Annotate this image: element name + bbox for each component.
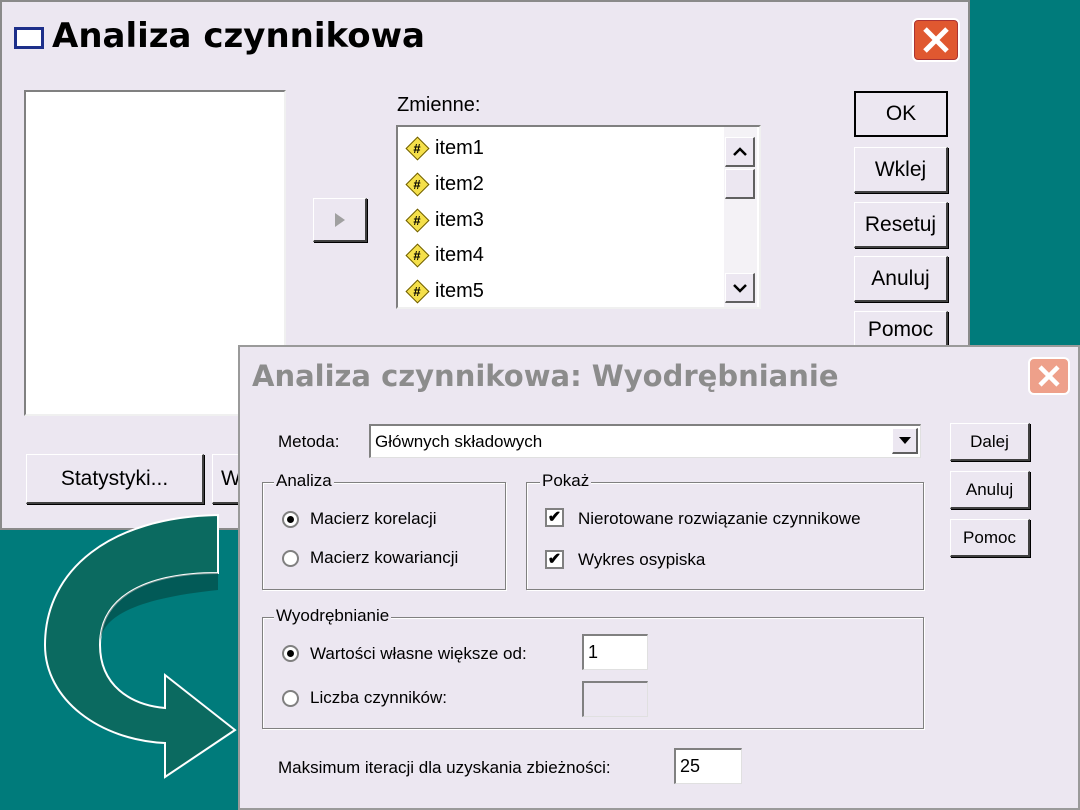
reset-button[interactable]: Resetuj xyxy=(854,202,948,248)
list-item[interactable]: # item2 xyxy=(405,167,484,201)
iterations-input[interactable]: 25 xyxy=(674,748,742,784)
unrotated-solution-label[interactable]: Nierotowane rozwiązanie czynnikowe xyxy=(578,509,861,529)
window-icon xyxy=(14,27,44,49)
sub-title-bar[interactable]: Analiza czynnikowa: Wyodrębnianie xyxy=(240,347,1078,401)
covariance-matrix-radio[interactable] xyxy=(282,550,299,567)
extraction-dialog: Analiza czynnikowa: Wyodrębnianie Metoda… xyxy=(238,345,1080,810)
list-item[interactable]: # item5 xyxy=(405,274,484,307)
chevron-up-icon xyxy=(732,146,747,156)
sub-close-button[interactable] xyxy=(1028,357,1070,395)
close-icon xyxy=(1038,365,1060,387)
analysis-group xyxy=(262,482,506,590)
list-item[interactable]: # item1 xyxy=(405,131,484,165)
variables-list[interactable]: # item1 # item2 # item3 # item4 # item5 xyxy=(396,125,761,309)
numeric-variable-icon: # xyxy=(405,172,430,197)
numeric-variable-icon: # xyxy=(405,208,430,233)
sub-cancel-button[interactable]: Anuluj xyxy=(950,471,1030,509)
dropdown-button[interactable] xyxy=(892,428,918,454)
curved-arrow-icon xyxy=(43,513,237,779)
eigenvalues-input[interactable]: 1 xyxy=(582,634,648,670)
sub-help-button[interactable]: Pomoc xyxy=(950,519,1030,557)
list-item[interactable]: # item4 xyxy=(405,238,484,272)
factor-count-input[interactable] xyxy=(582,681,648,717)
display-group xyxy=(526,482,924,590)
eigenvalues-label[interactable]: Wartości własne większe od: xyxy=(310,644,527,664)
scroll-up-button[interactable] xyxy=(725,137,755,167)
scree-plot-label[interactable]: Wykres osypiska xyxy=(578,550,705,570)
main-dialog-title: Analiza czynnikowa xyxy=(52,16,425,56)
paste-button[interactable]: Wklej xyxy=(854,147,948,193)
covariance-matrix-label[interactable]: Macierz kowariancji xyxy=(310,548,458,568)
correlation-matrix-label[interactable]: Macierz korelacji xyxy=(310,509,437,529)
chevron-down-icon xyxy=(732,283,747,293)
ok-button[interactable]: OK xyxy=(854,91,948,137)
numeric-variable-icon: # xyxy=(405,279,430,304)
variables-label: Zmienne: xyxy=(397,94,481,116)
factor-count-label[interactable]: Liczba czynników: xyxy=(310,688,447,708)
variables-scrollbar[interactable] xyxy=(724,127,757,307)
sub-dialog-title: Analiza czynnikowa: Wyodrębnianie xyxy=(252,359,839,393)
analysis-group-title: Analiza xyxy=(274,471,334,491)
scroll-down-button[interactable] xyxy=(725,273,755,303)
method-select-value: Głównych składowych xyxy=(375,431,543,451)
method-select[interactable]: Głównych składowych xyxy=(369,424,921,458)
correlation-matrix-radio[interactable] xyxy=(282,511,299,528)
numeric-variable-icon: # xyxy=(405,136,430,161)
unrotated-solution-checkbox[interactable]: ✔ xyxy=(545,508,564,527)
eigenvalues-radio[interactable] xyxy=(282,645,299,662)
display-group-title: Pokaż xyxy=(540,471,592,491)
list-item[interactable]: # item3 xyxy=(405,203,484,237)
statistics-button[interactable]: Statystyki... xyxy=(26,454,204,504)
numeric-variable-icon: # xyxy=(405,243,430,268)
iterations-label: Maksimum iteracji dla uzyskania zbieżnoś… xyxy=(278,758,611,777)
close-icon xyxy=(923,27,949,53)
main-title-bar[interactable]: Analiza czynnikowa xyxy=(2,2,968,70)
factor-count-radio[interactable] xyxy=(282,690,299,707)
main-close-button[interactable] xyxy=(912,18,960,62)
cancel-button[interactable]: Anuluj xyxy=(854,256,948,302)
chevron-down-icon xyxy=(898,436,911,444)
method-label: Metoda: xyxy=(278,432,340,451)
continue-button[interactable]: Dalej xyxy=(950,423,1030,461)
arrow-right-icon xyxy=(334,212,345,227)
scroll-thumb[interactable] xyxy=(725,169,755,199)
extract-group-title: Wyodrębnianie xyxy=(274,606,392,626)
move-variable-button[interactable] xyxy=(313,198,367,242)
scree-plot-checkbox[interactable]: ✔ xyxy=(545,550,564,569)
